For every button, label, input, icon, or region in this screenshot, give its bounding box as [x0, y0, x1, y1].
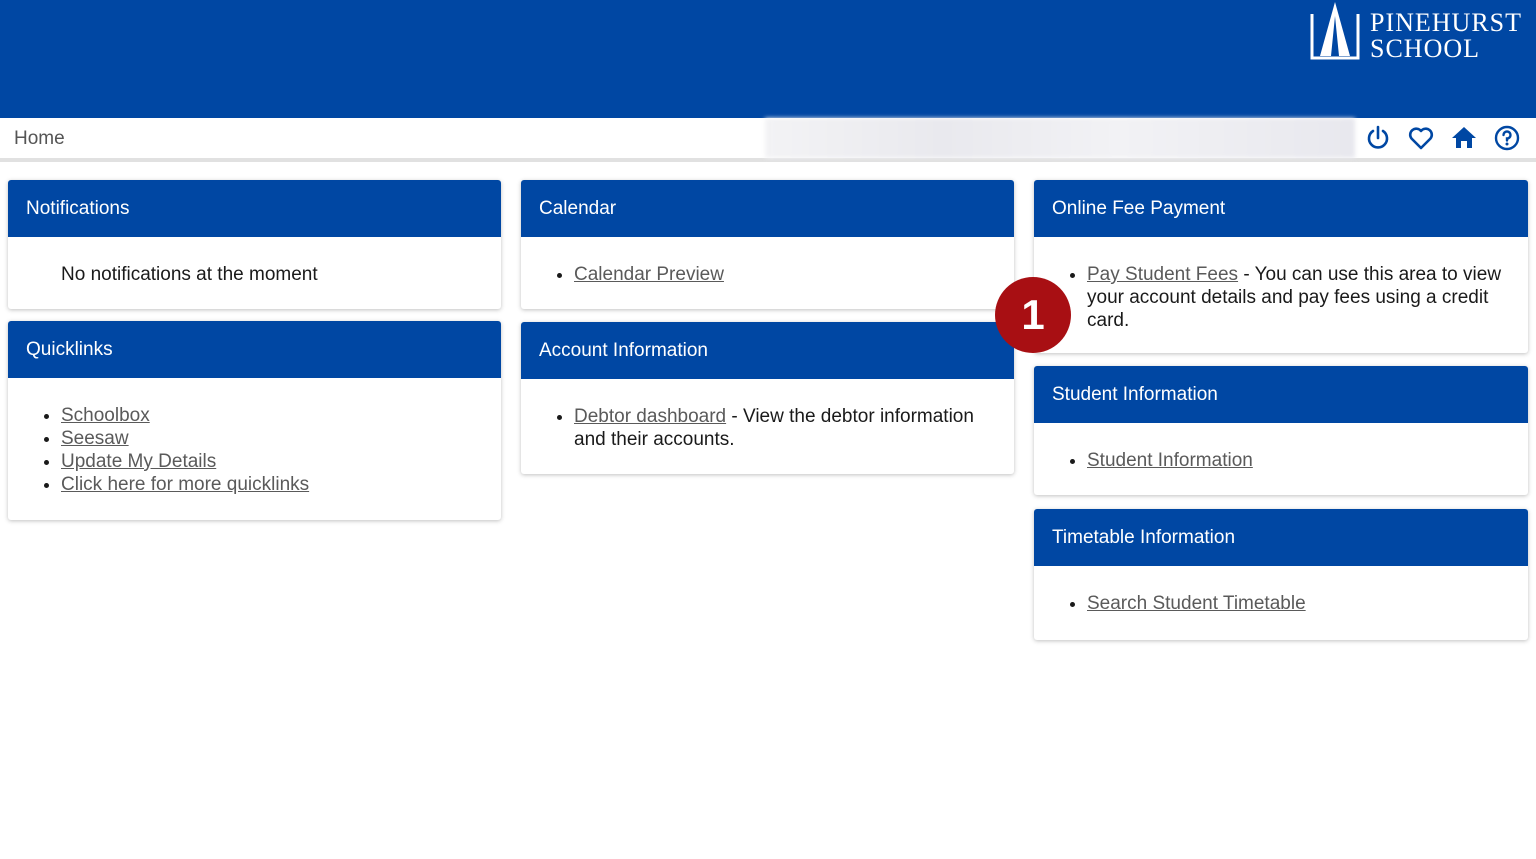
notifications-card: Notifications No notifications at the mo… — [8, 180, 501, 309]
school-logo[interactable]: PINEHURST SCHOOL — [1310, 2, 1522, 62]
step-marker: 1 — [995, 277, 1071, 353]
timetable-information-card: Timetable Information Search Student Tim… — [1034, 509, 1528, 640]
list-item: Seesaw — [61, 427, 483, 450]
home-icon[interactable] — [1451, 125, 1477, 151]
notifications-title: Notifications — [8, 180, 501, 237]
seesaw-link[interactable]: Seesaw — [61, 428, 129, 449]
help-icon[interactable] — [1494, 125, 1520, 151]
list-item: Student Information — [1087, 449, 1510, 472]
pay-student-fees-link[interactable]: Pay Student Fees — [1087, 264, 1238, 285]
list-item: Update My Details — [61, 450, 483, 473]
account-information-card: Account Information Debtor dashboard - V… — [521, 322, 1014, 474]
account-information-title: Account Information — [521, 322, 1014, 379]
logo-line-1: PINEHURST — [1369, 8, 1522, 37]
list-item: Click here for more quicklinks — [61, 473, 483, 496]
quicklinks-card: Quicklinks Schoolbox Seesaw Update My De… — [8, 321, 501, 520]
debtor-dashboard-link[interactable]: Debtor dashboard — [574, 406, 726, 427]
navigation-bar: Home — [0, 118, 1536, 162]
quicklinks-title: Quicklinks — [8, 321, 501, 378]
school-crest-icon — [1310, 2, 1360, 60]
list-item: Calendar Preview — [574, 263, 996, 286]
list-item: Pay Student Fees - You can use this area… — [1087, 263, 1510, 332]
student-information-link[interactable]: Student Information — [1087, 450, 1253, 471]
timetable-information-title: Timetable Information — [1034, 509, 1528, 566]
top-banner: PINEHURST SCHOOL — [0, 0, 1536, 118]
search-student-timetable-link[interactable]: Search Student Timetable — [1087, 593, 1306, 614]
list-item: Schoolbox — [61, 404, 483, 427]
logo-line-2: SCHOOL — [1369, 34, 1480, 63]
update-my-details-link[interactable]: Update My Details — [61, 451, 216, 472]
notifications-message: No notifications at the moment — [61, 264, 318, 285]
redacted-user-info — [765, 118, 1355, 158]
list-item: Search Student Timetable — [1087, 592, 1510, 615]
student-information-card: Student Information Student Information — [1034, 366, 1528, 495]
online-fee-payment-card: Online Fee Payment Pay Student Fees - Yo… — [1034, 180, 1528, 353]
quicklinks-list: Schoolbox Seesaw Update My Details Click… — [26, 404, 483, 496]
breadcrumb[interactable]: Home — [14, 128, 65, 150]
online-fee-payment-title: Online Fee Payment — [1034, 180, 1528, 237]
student-information-title: Student Information — [1034, 366, 1528, 423]
power-icon[interactable] — [1365, 125, 1391, 151]
calendar-card: Calendar Calendar Preview — [521, 180, 1014, 309]
more-quicklinks-link[interactable]: Click here for more quicklinks — [61, 474, 309, 495]
calendar-preview-link[interactable]: Calendar Preview — [574, 264, 724, 285]
calendar-title: Calendar — [521, 180, 1014, 237]
heart-icon[interactable] — [1408, 125, 1434, 151]
schoolbox-link[interactable]: Schoolbox — [61, 405, 150, 426]
list-item: Debtor dashboard - View the debtor infor… — [574, 405, 996, 451]
